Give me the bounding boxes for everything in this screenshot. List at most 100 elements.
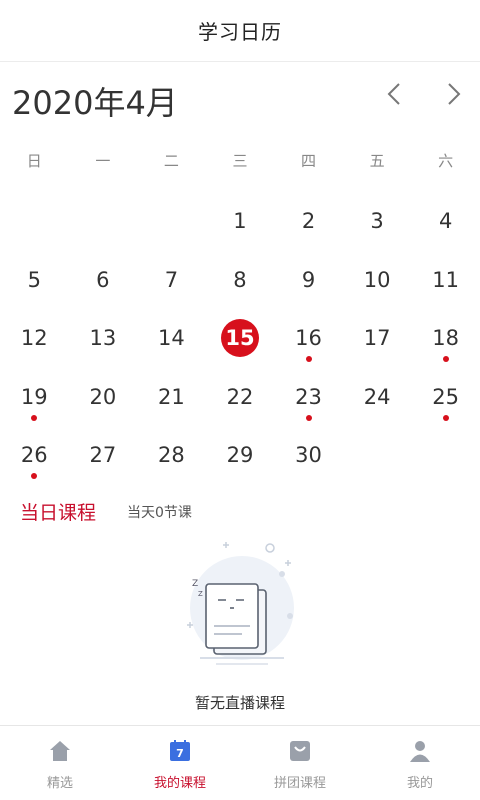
month-title: 2020年4月 (12, 84, 178, 122)
section-title: 当日课程 (20, 502, 97, 524)
day-number: 5 (27, 267, 41, 292)
day-number: 1 (233, 209, 247, 233)
calendar-day[interactable]: 29 (206, 426, 275, 485)
day-number: 15 (220, 319, 259, 357)
calendar-day[interactable]: 6 (69, 251, 138, 310)
day-number: 6 (96, 267, 110, 292)
calendar-day[interactable]: 21 (137, 368, 206, 427)
day-number: 28 (158, 443, 185, 467)
calendar-day[interactable]: 20 (69, 368, 138, 427)
day-number: 19 (20, 384, 48, 409)
user-icon (407, 738, 433, 764)
chevron-right-icon (448, 83, 461, 105)
course-indicator-dot (31, 473, 38, 479)
calendar-day[interactable]: 9 (274, 251, 343, 310)
day-number: 8 (233, 267, 247, 292)
chevron-left-icon (387, 83, 400, 105)
day-number: 13 (89, 326, 117, 350)
calendar-blank-cell (0, 192, 69, 251)
calendar-badge: 7 (176, 747, 184, 760)
calendar-day[interactable]: 28 (137, 426, 206, 485)
calendar-day[interactable]: 8 (206, 251, 275, 310)
tab-label: 拼团课程 (273, 776, 326, 791)
svg-text:Z: Z (192, 579, 198, 589)
day-number: 29 (226, 443, 254, 467)
day-number: 18 (432, 326, 460, 350)
tab-label: 我的 (406, 776, 433, 791)
calendar-day[interactable]: 26 (0, 426, 69, 485)
tab-my-courses[interactable]: 7 我的课程 (120, 726, 240, 800)
home-icon (47, 738, 73, 764)
bag-icon (287, 738, 313, 764)
calendar-day[interactable]: 17 (343, 309, 412, 368)
empty-state-text: 暂无直播课程 (194, 694, 285, 712)
calendar-day[interactable]: 30 (274, 426, 343, 485)
weekday-label: 四 (301, 152, 317, 170)
calendar-day[interactable]: 10 (343, 251, 412, 310)
calendar-day[interactable]: 16 (274, 309, 343, 368)
day-number: 4 (438, 209, 453, 233)
day-number: 9 (301, 267, 316, 292)
day-number: 2 (301, 209, 316, 233)
calendar-day[interactable]: 23 (274, 368, 343, 427)
day-number: 22 (226, 384, 254, 409)
app-header: 学习日历 (0, 0, 480, 62)
calendar-day[interactable]: 4 (411, 192, 480, 251)
day-number: 20 (89, 384, 117, 409)
calendar-day[interactable]: 2 (274, 192, 343, 251)
day-courses-header: 当日课程 当天0节课 (0, 492, 480, 532)
calendar-day[interactable]: 7 (137, 251, 206, 310)
course-indicator-dot (305, 414, 312, 421)
day-number: 27 (89, 443, 117, 467)
weekday-label: 日 (26, 152, 42, 170)
day-number: 11 (432, 267, 460, 292)
course-indicator-dot (442, 356, 449, 362)
day-number: 30 (295, 443, 322, 467)
course-indicator-dot (305, 356, 312, 362)
day-number: 10 (363, 267, 391, 292)
svg-text:Z: Z (198, 590, 203, 598)
day-number: 17 (363, 326, 391, 350)
calendar-day[interactable]: 25 (411, 368, 480, 427)
tab-group-courses[interactable]: 拼团课程 (240, 726, 360, 800)
calendar-day[interactable]: 5 (0, 251, 69, 310)
tab-featured[interactable]: 精选 (0, 726, 120, 800)
day-number: 14 (158, 326, 185, 350)
day-number: 24 (363, 384, 391, 409)
prev-month-button[interactable] (374, 76, 414, 112)
calendar-grid: 1 2 3 4 5 6 7 8 9 10 11 12 13 14 15 16 17 18 19 20 21 22 23 24 2… (0, 192, 480, 485)
calendar-day[interactable]: 13 (69, 309, 138, 368)
weekday-label: 二 (163, 152, 179, 170)
calendar-day[interactable]: 12 (0, 309, 69, 368)
day-number: 7 (164, 267, 179, 292)
calendar-day[interactable]: 14 (137, 309, 206, 368)
weekday-label: 五 (369, 152, 385, 170)
weekday-label: 六 (438, 152, 454, 170)
bottom-tab-bar: 精选 7 我的课程 拼团课程 我的 (0, 725, 480, 800)
calendar-day[interactable]: 22 (206, 368, 275, 427)
month-navigator: 2020年4月 (0, 72, 480, 128)
tab-label: 精选 (46, 776, 73, 791)
tab-label: 我的课程 (153, 776, 206, 791)
weekday-label: 一 (95, 152, 111, 170)
calendar-icon: 7 (167, 738, 193, 764)
page-title: 学习日历 (198, 20, 282, 44)
course-indicator-dot (31, 414, 38, 421)
calendar-day-today[interactable]: 15 (206, 309, 275, 368)
day-number: 3 (370, 209, 384, 233)
calendar-day[interactable]: 1 (206, 192, 275, 251)
calendar-day[interactable]: 27 (69, 426, 138, 485)
empty-sleep-icon: Z Z (187, 542, 294, 665)
calendar-day[interactable]: 11 (411, 251, 480, 310)
calendar-day[interactable]: 24 (343, 368, 412, 427)
calendar-day[interactable]: 3 (343, 192, 412, 251)
weekday-label: 三 (232, 152, 248, 170)
calendar-day[interactable]: 18 (411, 309, 480, 368)
day-number: 16 (295, 326, 322, 350)
tab-mine[interactable]: 我的 (360, 726, 480, 800)
next-month-button[interactable] (434, 76, 474, 112)
day-number: 26 (20, 443, 48, 467)
calendar-day[interactable]: 19 (0, 368, 69, 427)
day-number: 23 (295, 384, 322, 409)
day-number: 21 (158, 384, 185, 409)
